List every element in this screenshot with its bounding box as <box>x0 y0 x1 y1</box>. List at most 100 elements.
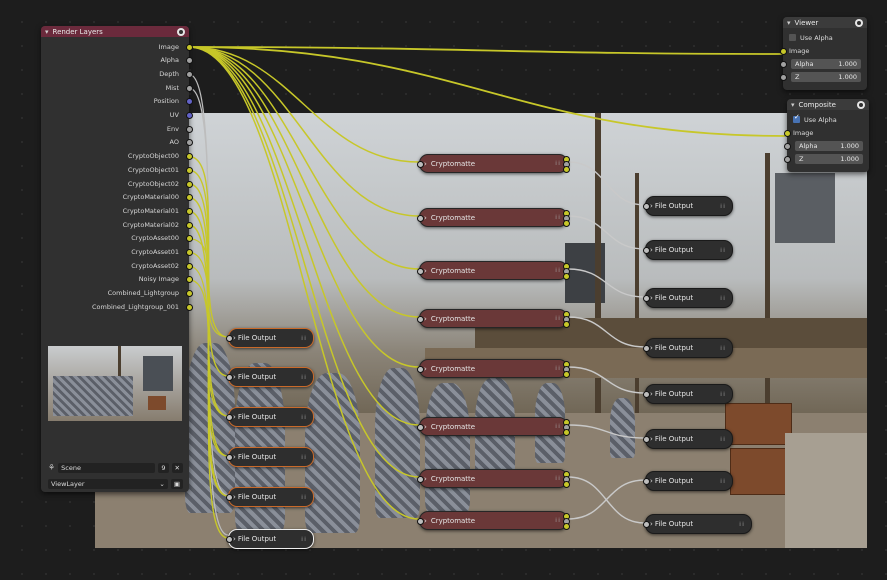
input-socket[interactable] <box>643 295 650 302</box>
pick-output-socket[interactable] <box>563 273 570 280</box>
input-socket[interactable] <box>643 391 650 398</box>
chevron-right-icon[interactable]: › <box>424 423 427 431</box>
use-alpha-checkbox[interactable] <box>789 34 796 41</box>
unlink-scene-icon[interactable]: ✕ <box>171 462 183 473</box>
chevron-right-icon[interactable]: › <box>424 475 427 483</box>
chevron-right-icon[interactable]: › <box>424 160 427 168</box>
output-socket[interactable] <box>186 262 193 270</box>
input-socket[interactable] <box>643 436 650 443</box>
chevron-right-icon[interactable]: › <box>650 390 653 398</box>
chevron-right-icon[interactable]: › <box>650 294 653 302</box>
composite-use-alpha[interactable]: Use Alpha <box>793 113 863 126</box>
file-output-node[interactable]: › File Output ⁞⁞ <box>226 328 314 348</box>
pick-output-socket[interactable] <box>563 523 570 530</box>
z-socket[interactable] <box>780 74 787 81</box>
chevron-right-icon[interactable]: › <box>650 520 653 528</box>
collapse-chevron-icon[interactable]: ▾ <box>791 101 795 109</box>
input-socket[interactable] <box>417 424 424 431</box>
render-icon[interactable] <box>857 100 865 109</box>
output-socket[interactable] <box>186 207 193 215</box>
z-field[interactable]: Z 1.000 <box>795 153 863 164</box>
output-socket[interactable] <box>186 180 193 188</box>
composite-header[interactable]: ▾ Composite <box>787 99 869 110</box>
output-socket[interactable] <box>186 43 193 51</box>
view-layer-dropdown[interactable]: ViewLayer ⌄ <box>48 478 168 489</box>
output-socket[interactable] <box>186 70 193 78</box>
input-socket[interactable] <box>643 345 650 352</box>
input-socket[interactable] <box>643 521 650 528</box>
file-output-node[interactable]: › File Output ⁞⁞ <box>226 447 314 467</box>
chevron-right-icon[interactable]: › <box>650 435 653 443</box>
output-socket[interactable] <box>186 84 193 92</box>
viewer-header[interactable]: ▾ Viewer <box>783 17 867 28</box>
composite-node[interactable]: ▾ Composite Use Alpha Image Alpha 1.000 Z… <box>784 99 869 172</box>
file-output-node[interactable]: › File Output ⁞⁞ <box>226 529 314 549</box>
output-socket[interactable] <box>186 221 193 229</box>
chevron-right-icon[interactable]: › <box>650 202 653 210</box>
chevron-right-icon[interactable]: › <box>424 365 427 373</box>
output-socket[interactable] <box>186 303 193 311</box>
pick-output-socket[interactable] <box>563 220 570 227</box>
input-socket[interactable] <box>417 476 424 483</box>
pick-output-socket[interactable] <box>563 429 570 436</box>
chevron-right-icon[interactable]: › <box>650 477 653 485</box>
scene-icon[interactable]: ⚘ <box>48 463 55 472</box>
input-socket[interactable] <box>643 247 650 254</box>
chevron-right-icon[interactable]: › <box>650 246 653 254</box>
cryptomatte-node[interactable]: › Cryptomatte ⁞⁞ <box>417 261 570 280</box>
input-socket[interactable] <box>226 536 233 543</box>
render-layers-node[interactable]: ▾ Render Layers Image Alpha Depth Mist Posit… <box>41 26 193 492</box>
file-output-node[interactable]: › File Output ⁞⁞ <box>643 384 733 404</box>
pick-output-socket[interactable] <box>563 371 570 378</box>
chevron-right-icon[interactable]: › <box>424 517 427 525</box>
input-socket[interactable] <box>417 316 424 323</box>
input-socket[interactable] <box>417 366 424 373</box>
file-output-node[interactable]: › File Output ⁞⁞ <box>643 288 733 308</box>
z-field[interactable]: Z 1.000 <box>791 71 861 82</box>
browse-icon[interactable]: ▣ <box>170 478 183 489</box>
chevron-right-icon[interactable]: › <box>650 344 653 352</box>
input-socket[interactable] <box>643 203 650 210</box>
file-output-node[interactable]: › File Output ⁞⁞ <box>643 429 733 449</box>
output-socket[interactable] <box>186 125 193 133</box>
render-icon[interactable] <box>177 27 185 36</box>
alpha-socket[interactable] <box>784 143 791 150</box>
file-output-node[interactable]: › File Output ⁞⁞ <box>643 196 733 216</box>
collapse-chevron-icon[interactable]: ▾ <box>45 28 49 36</box>
render-icon[interactable] <box>855 18 863 27</box>
input-socket[interactable] <box>226 414 233 421</box>
output-socket[interactable] <box>186 112 193 119</box>
cryptomatte-node[interactable]: › Cryptomatte ⁞⁞ <box>417 469 570 488</box>
chevron-right-icon[interactable]: › <box>233 334 236 342</box>
viewer-node[interactable]: ▾ Viewer Use Alpha Image Alpha 1.000 Z 1.0… <box>780 17 867 90</box>
cryptomatte-node[interactable]: › Cryptomatte ⁞⁞ <box>417 208 570 227</box>
output-socket[interactable] <box>186 249 193 256</box>
node-editor-canvas[interactable]: ▾ Render Layers Image Alpha Depth Mist Posit… <box>0 0 887 580</box>
alpha-socket[interactable] <box>780 61 787 68</box>
file-output-node[interactable]: › File Output ⁞⁞ <box>643 338 733 358</box>
input-socket[interactable] <box>417 518 424 525</box>
use-alpha-checkbox[interactable] <box>793 113 800 123</box>
chevron-right-icon[interactable]: › <box>233 535 236 543</box>
output-socket[interactable] <box>186 98 193 106</box>
input-socket[interactable] <box>643 478 650 485</box>
input-socket[interactable] <box>226 454 233 461</box>
input-socket[interactable] <box>417 161 424 168</box>
chevron-right-icon[interactable]: › <box>233 453 236 461</box>
cryptomatte-node[interactable]: › Cryptomatte ⁞⁞ <box>417 417 570 436</box>
chevron-right-icon[interactable]: › <box>233 373 236 381</box>
output-socket[interactable] <box>186 166 193 174</box>
cryptomatte-node[interactable]: › Cryptomatte ⁞⁞ <box>417 511 570 530</box>
input-socket[interactable] <box>226 374 233 381</box>
output-socket[interactable] <box>186 57 193 65</box>
chevron-right-icon[interactable]: › <box>233 413 236 421</box>
input-socket[interactable] <box>417 268 424 275</box>
input-socket[interactable] <box>226 494 233 501</box>
image-socket[interactable] <box>780 48 787 55</box>
file-output-node[interactable]: › File Output ⁞⁞ <box>226 367 314 387</box>
chevron-right-icon[interactable]: › <box>424 267 427 275</box>
file-output-node[interactable]: › File Output ⁞⁞ <box>226 407 314 427</box>
file-output-node[interactable]: › File Output ⁞⁞ <box>643 514 752 534</box>
cryptomatte-node[interactable]: › Cryptomatte ⁞⁞ <box>417 359 570 378</box>
chevron-right-icon[interactable]: › <box>424 315 427 323</box>
